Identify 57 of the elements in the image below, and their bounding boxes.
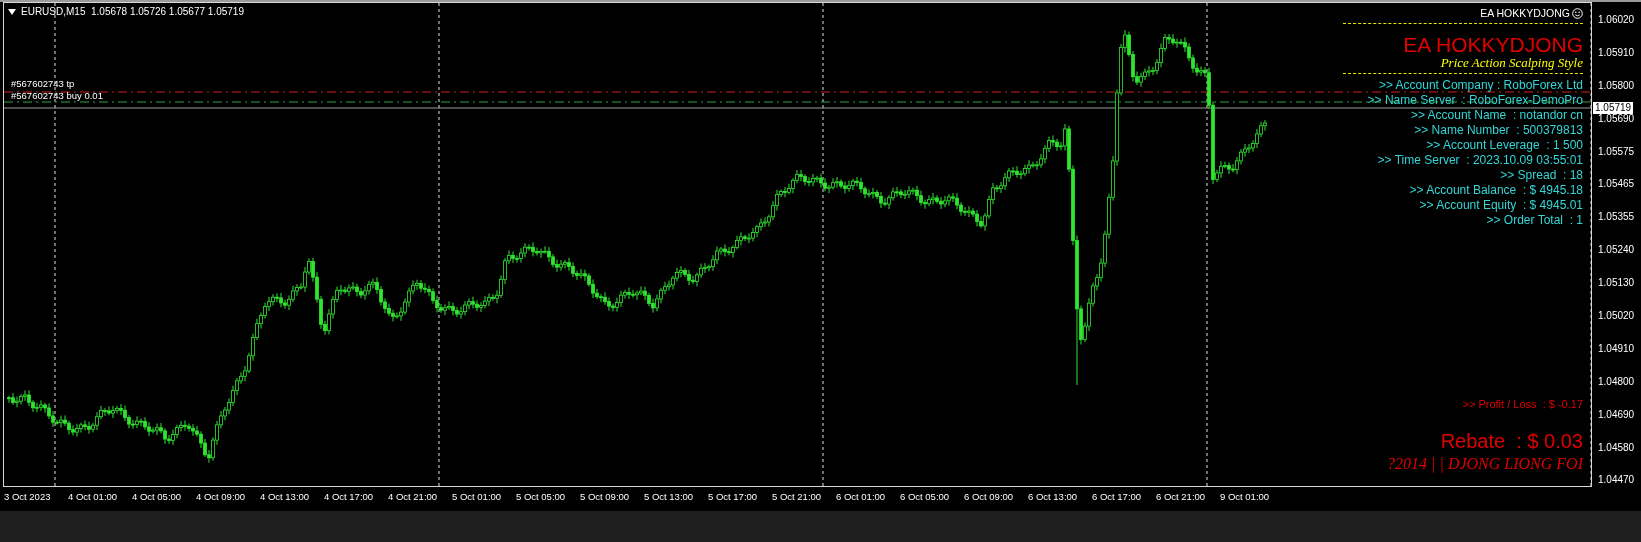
- profit-loss: >> Profit / Loss : $ -0.17: [1462, 398, 1583, 410]
- account-info: >> Account Balance : $ 4945.18: [1409, 183, 1583, 198]
- dropdown-icon[interactable]: [8, 8, 16, 15]
- price-label: 1.05020: [1598, 310, 1636, 322]
- time-label: 6 Oct 01:00: [836, 490, 887, 504]
- price-label: 1.05355: [1598, 211, 1636, 224]
- time-label: 5 Oct 09:00: [580, 490, 631, 504]
- time-label: 6 Oct 09:00: [964, 490, 1015, 504]
- price-label: 1.05465: [1598, 178, 1636, 191]
- time-label: 4 Oct 01:00: [68, 490, 119, 504]
- price-label: 1.04690: [1598, 408, 1636, 421]
- account-info: >> Spread : 18: [1500, 168, 1583, 183]
- price-label: 1.04470: [1598, 474, 1636, 487]
- account-info: >> Time Server : 2023.10.09 03:55:01: [1377, 153, 1583, 168]
- time-label: 5 Oct 05:00: [516, 490, 567, 504]
- symbol-info: EURUSD,M15 1.05678 1.05726 1.05677 1.05719: [21, 6, 244, 17]
- account-info: >> Name Server : RoboForex-DemoPro: [1367, 93, 1583, 108]
- price-label: 1.04910: [1598, 342, 1636, 355]
- price-label: 1.04800: [1598, 375, 1636, 388]
- smiley-icon: [1572, 7, 1583, 19]
- price-label: 1.05910: [1598, 46, 1636, 59]
- order-label: #567602743 tp: [11, 78, 76, 90]
- price-marker: 1.05719: [1593, 102, 1634, 114]
- ea-subtitle: Price Action Scalping Style: [1440, 56, 1583, 69]
- time-label: 5 Oct 17:00: [708, 490, 759, 504]
- account-info: >> Account Equity : $ 4945.01: [1419, 198, 1583, 213]
- price-label: 1.04580: [1598, 441, 1636, 454]
- ea-title: EA HOKKYDJONG: [1403, 34, 1583, 56]
- price-label: 1.05575: [1598, 145, 1636, 158]
- footer-credit: ?2014 | | DJONG LIONG FOI: [1387, 455, 1583, 473]
- account-info: >> Name Number : 500379813: [1414, 123, 1583, 138]
- account-info: >> Account Company : RoboForex Ltd: [1378, 78, 1583, 93]
- rebate: Rebate : $ 0.03: [1440, 430, 1583, 453]
- price-label: 1.05130: [1598, 277, 1636, 290]
- price-label: 1.05800: [1598, 79, 1636, 92]
- price-label: 1.06020: [1598, 14, 1636, 26]
- time-label: 5 Oct 01:00: [452, 490, 503, 504]
- time-label: 3 Oct 2023: [4, 490, 52, 504]
- time-label: 9 Oct 01:00: [1220, 490, 1271, 504]
- account-info: >> Order Total : 1: [1486, 213, 1583, 228]
- account-info: >> Account Name : notandor cn: [1410, 108, 1583, 123]
- time-label: 4 Oct 17:00: [324, 490, 375, 504]
- order-label: #567602743 buy 0.01: [11, 90, 103, 102]
- time-label: 4 Oct 13:00: [260, 490, 311, 504]
- price-label: 1.05240: [1598, 244, 1636, 257]
- time-label: 4 Oct 21:00: [388, 490, 439, 504]
- price-label: 1.05690: [1598, 112, 1636, 125]
- time-label: 6 Oct 05:00: [900, 490, 951, 504]
- ea-name: EA HOKKYDJONG: [1480, 7, 1570, 19]
- time-label: 6 Oct 21:00: [1156, 490, 1207, 504]
- time-label: 5 Oct 13:00: [644, 490, 695, 504]
- time-label: 6 Oct 13:00: [1028, 490, 1079, 504]
- time-label: 6 Oct 17:00: [1092, 490, 1143, 504]
- time-label: 5 Oct 21:00: [772, 490, 823, 504]
- time-label: 4 Oct 05:00: [132, 490, 183, 504]
- time-label: 4 Oct 09:00: [196, 490, 247, 504]
- account-info: >> Account Leverage : 1 500: [1426, 138, 1583, 153]
